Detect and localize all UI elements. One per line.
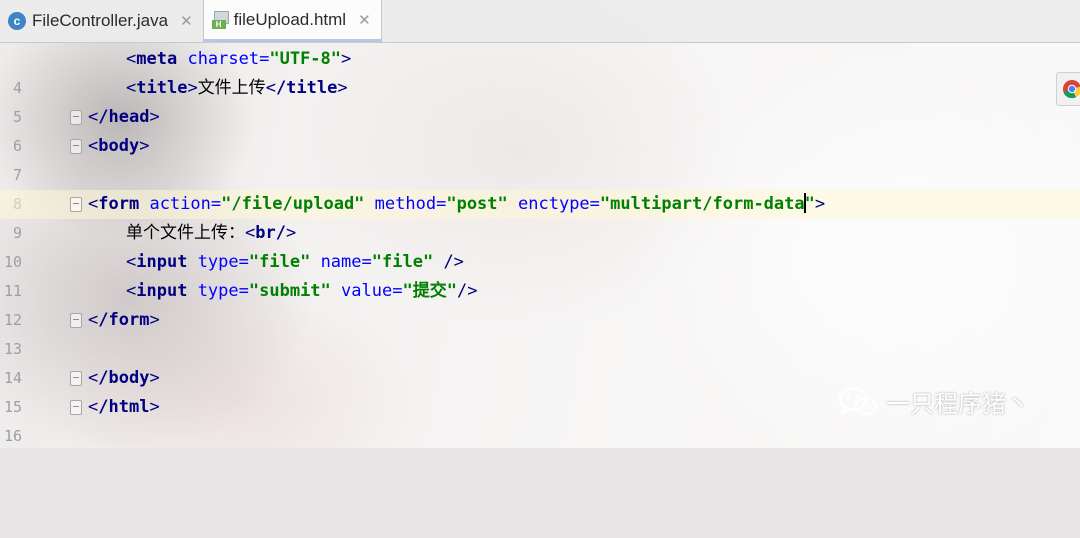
attribute: enctype (518, 194, 590, 214)
tab-label: FileController.java (32, 11, 169, 30)
tag-name: body (98, 136, 140, 156)
attribute-value: "post" (446, 194, 508, 214)
fold-marker-icon[interactable] (70, 400, 82, 415)
tab-file-upload[interactable]: H fileUpload.html ✕ (203, 0, 382, 42)
attribute: type (197, 252, 239, 272)
attribute: value (341, 281, 393, 301)
attribute-value: "file" (248, 252, 311, 272)
tag-end: /> (443, 252, 464, 272)
close-icon[interactable]: ✕ (180, 12, 193, 30)
code-line: 10 单个文件上传：<br/> (0, 219, 1080, 271)
close-icon[interactable]: ✕ (358, 11, 371, 29)
text-content: 文件上传 (197, 78, 266, 98)
tag-name: input (136, 281, 188, 301)
fold-marker-icon[interactable] (70, 371, 82, 386)
attribute: charset (187, 49, 260, 69)
code-line: 6 </head> (0, 103, 1080, 155)
fold-marker-icon[interactable] (70, 197, 82, 212)
attribute-value-quote: " (804, 194, 815, 214)
fold-marker-icon[interactable] (70, 139, 82, 154)
wechat-icon (838, 386, 878, 415)
code-line: 11 <input type="file" name="file" /> (0, 248, 1080, 300)
tag-name: /form (98, 310, 150, 330)
attribute: type (197, 281, 239, 301)
code-line: 4 <meta charset="UTF-8"> (0, 45, 1080, 97)
editor-tab-bar: c FileController.java ✕ H fileUpload.htm… (0, 0, 1080, 43)
watermark: 一只程序猪丶 (838, 384, 1030, 419)
code-line: 8 (0, 161, 1080, 213)
tag-name: /head (98, 107, 150, 127)
code-line: 7 <body> (0, 132, 1080, 184)
tag-name: input (136, 252, 188, 272)
attribute: action (149, 194, 211, 214)
tag-name: /html (98, 397, 150, 417)
tag-end: /> (456, 281, 478, 301)
tab-label: fileUpload.html (233, 9, 347, 29)
fold-marker-icon[interactable] (70, 313, 82, 328)
attribute-value: "multipart/form-data (599, 194, 805, 214)
code-line: 12 <input type="submit" value="提交"/> (0, 277, 1080, 329)
tag-name: form (98, 194, 140, 214)
html-file-icon: H (211, 10, 229, 29)
code-line: 14 (0, 335, 1080, 387)
attribute-value: "file" (371, 252, 434, 272)
code-line: 13 </form> (0, 306, 1080, 358)
line-number: 16 (3, 427, 22, 445)
attribute-value: "submit" (248, 281, 331, 301)
attribute: name (320, 252, 362, 272)
attribute-value: "UTF-8" (269, 49, 342, 69)
tab-file-controller[interactable]: c FileController.java ✕ (0, 0, 204, 42)
text-content: 单个文件上传： (126, 223, 245, 243)
tag-name: /title (275, 78, 338, 98)
tag-name: /body (98, 368, 150, 388)
fold-marker-icon[interactable] (70, 110, 82, 125)
watermark-text: 一只程序猪丶 (886, 390, 1030, 418)
attribute-value: "提交" (402, 281, 457, 301)
attribute: method (374, 194, 437, 214)
java-class-icon: c (8, 12, 26, 30)
tag-name: title (136, 78, 188, 98)
attribute-value: "/file/upload" (221, 194, 365, 214)
code-line-current: 9 <form action="/file/upload" method="po… (0, 190, 1080, 242)
tag-name: br/ (255, 223, 286, 243)
code-line: 5 <title>文件上传</title> (0, 74, 1080, 126)
tag-name: meta (136, 49, 178, 69)
